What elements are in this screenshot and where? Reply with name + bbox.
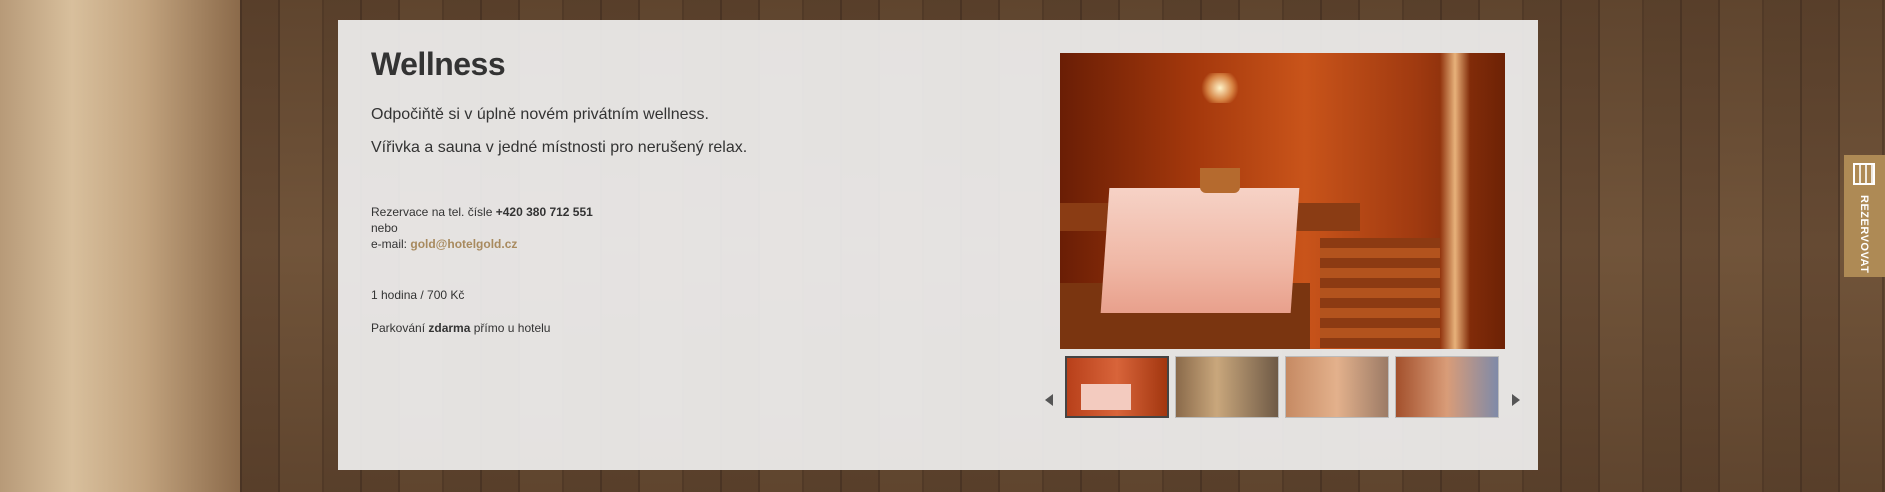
gallery-thumbnail-1[interactable]: [1065, 356, 1169, 418]
main-gallery-image[interactable]: [1060, 53, 1505, 349]
lamp-decor: [1200, 73, 1240, 103]
parking-prefix: Parkování: [371, 321, 426, 335]
gallery-thumbnails: [1065, 356, 1510, 420]
or-text: nebo: [371, 221, 398, 235]
phone-number[interactable]: +420 380 712 551: [496, 205, 593, 219]
contact-info: Rezervace na tel. čísle +420 380 712 551…: [371, 204, 593, 252]
bucket-decor: [1200, 168, 1240, 193]
parking-text: Parkování zdarma přímo u hotelu: [371, 321, 550, 335]
parking-suffix: přímo u hotelu: [473, 321, 551, 335]
intro-text-2: Vířivka a sauna v jedné místnosti pro ne…: [371, 139, 748, 156]
intro-text-1: Odpočiňtě si v úplně novém privátním wel…: [371, 106, 709, 123]
parking-highlight: zdarma: [428, 321, 471, 335]
price-text: 1 hodina / 700 Kč: [371, 288, 465, 302]
reserve-label: REZERVOVAT: [1858, 195, 1870, 274]
email-link[interactable]: gold@hotelgold.cz: [410, 237, 517, 251]
calendar-icon: [1853, 163, 1875, 185]
gallery-thumbnail-3[interactable]: [1285, 356, 1389, 418]
towel-decor: [1100, 188, 1300, 313]
gallery-thumbnail-4[interactable]: [1395, 356, 1499, 418]
phone-line: Rezervace na tel. čísle +420 380 712 551: [371, 204, 593, 220]
gallery-thumbnail-2[interactable]: [1175, 356, 1279, 418]
email-prefix: e-mail:: [371, 237, 408, 251]
gallery-next-arrow-icon[interactable]: [1512, 394, 1520, 406]
phone-prefix: Rezervace na tel. čísle: [371, 205, 493, 219]
email-line: e-mail: gold@hotelgold.cz: [371, 236, 593, 252]
reserve-button[interactable]: REZERVOVAT: [1844, 155, 1885, 277]
light-strip-decor: [1440, 53, 1470, 349]
wellness-panel: Wellness Odpočiňtě si v úplně novém priv…: [338, 20, 1538, 470]
sauna-stove-decor: [1320, 238, 1440, 348]
gallery-prev-arrow-icon[interactable]: [1045, 394, 1053, 406]
page-title: Wellness: [371, 46, 506, 82]
